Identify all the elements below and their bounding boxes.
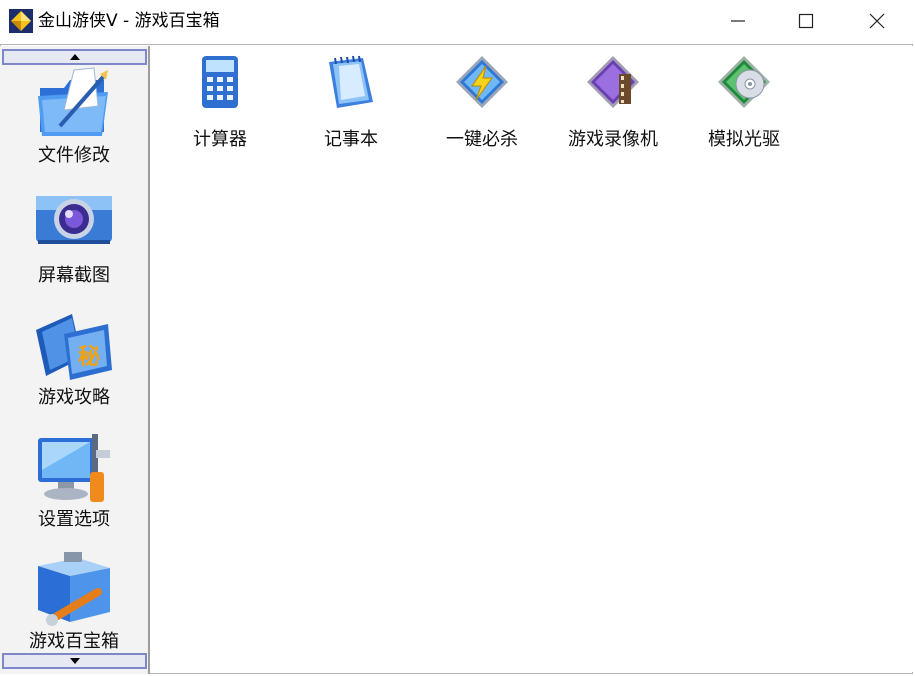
video-recorder-icon [587, 56, 639, 108]
lightning-shield-icon [456, 56, 508, 108]
triangle-up-icon [69, 54, 80, 60]
sidebar-item-game-guide[interactable]: 秘 游戏攻略 [0, 308, 148, 418]
tool-one-key-kill[interactable]: 一键必杀 [424, 54, 534, 154]
sidebar-scroll-up-button[interactable] [2, 49, 147, 65]
sidebar-scroll-down-button[interactable] [2, 653, 147, 669]
app-logo-icon [9, 9, 33, 33]
maximize-button[interactable] [772, 0, 840, 42]
guide-book-icon: 秘 [36, 314, 112, 380]
sidebar-item-label: 设置选项 [38, 509, 110, 530]
tools-panel: 计算器 记事本 一键必杀 游戏录像机 模拟光驱 [152, 46, 913, 672]
tool-label: 计算器 [193, 129, 247, 150]
sidebar-item-label: 游戏攻略 [38, 387, 110, 408]
window-title: 金山游侠V - 游戏百宝箱 [38, 11, 220, 31]
tool-calculator[interactable]: 计算器 [162, 54, 272, 154]
sidebar-item-label: 屏幕截图 [38, 265, 110, 286]
settings-monitor-icon [38, 434, 110, 502]
sidebar-item-settings[interactable]: 设置选项 [0, 430, 148, 540]
maximize-icon [798, 13, 814, 29]
tool-label: 记事本 [324, 129, 378, 150]
sidebar: 文件修改 屏幕截图 秘 游戏攻略 设置选项 游戏百宝箱 [0, 46, 150, 674]
folder-edit-icon [38, 67, 108, 136]
sidebar-item-toolbox[interactable]: 游戏百宝箱 [0, 552, 148, 662]
tool-notepad[interactable]: 记事本 [293, 54, 403, 154]
tool-virtual-cd[interactable]: 模拟光驱 [686, 54, 796, 154]
close-icon [869, 13, 885, 29]
tool-label: 一键必杀 [446, 129, 518, 150]
triangle-down-icon [69, 658, 80, 664]
virtual-cd-icon [718, 56, 770, 108]
close-button[interactable] [843, 0, 911, 42]
sidebar-item-label: 文件修改 [38, 145, 110, 166]
minimize-icon [731, 20, 745, 22]
camera-icon [36, 196, 112, 244]
tool-label: 游戏录像机 [568, 129, 658, 150]
svg-text:秘: 秘 [78, 344, 100, 370]
calculator-icon [202, 56, 238, 108]
notepad-icon [329, 55, 373, 108]
tool-game-recorder[interactable]: 游戏录像机 [555, 54, 665, 154]
toolbox-icon [38, 552, 110, 626]
sidebar-item-screenshot[interactable]: 屏幕截图 [0, 186, 148, 296]
sidebar-item-label: 游戏百宝箱 [29, 631, 119, 652]
sidebar-item-file-edit[interactable]: 文件修改 [0, 66, 148, 176]
title-bar: 金山游侠V - 游戏百宝箱 [0, 0, 915, 42]
tool-label: 模拟光驱 [708, 129, 780, 150]
minimize-button[interactable] [704, 0, 772, 42]
